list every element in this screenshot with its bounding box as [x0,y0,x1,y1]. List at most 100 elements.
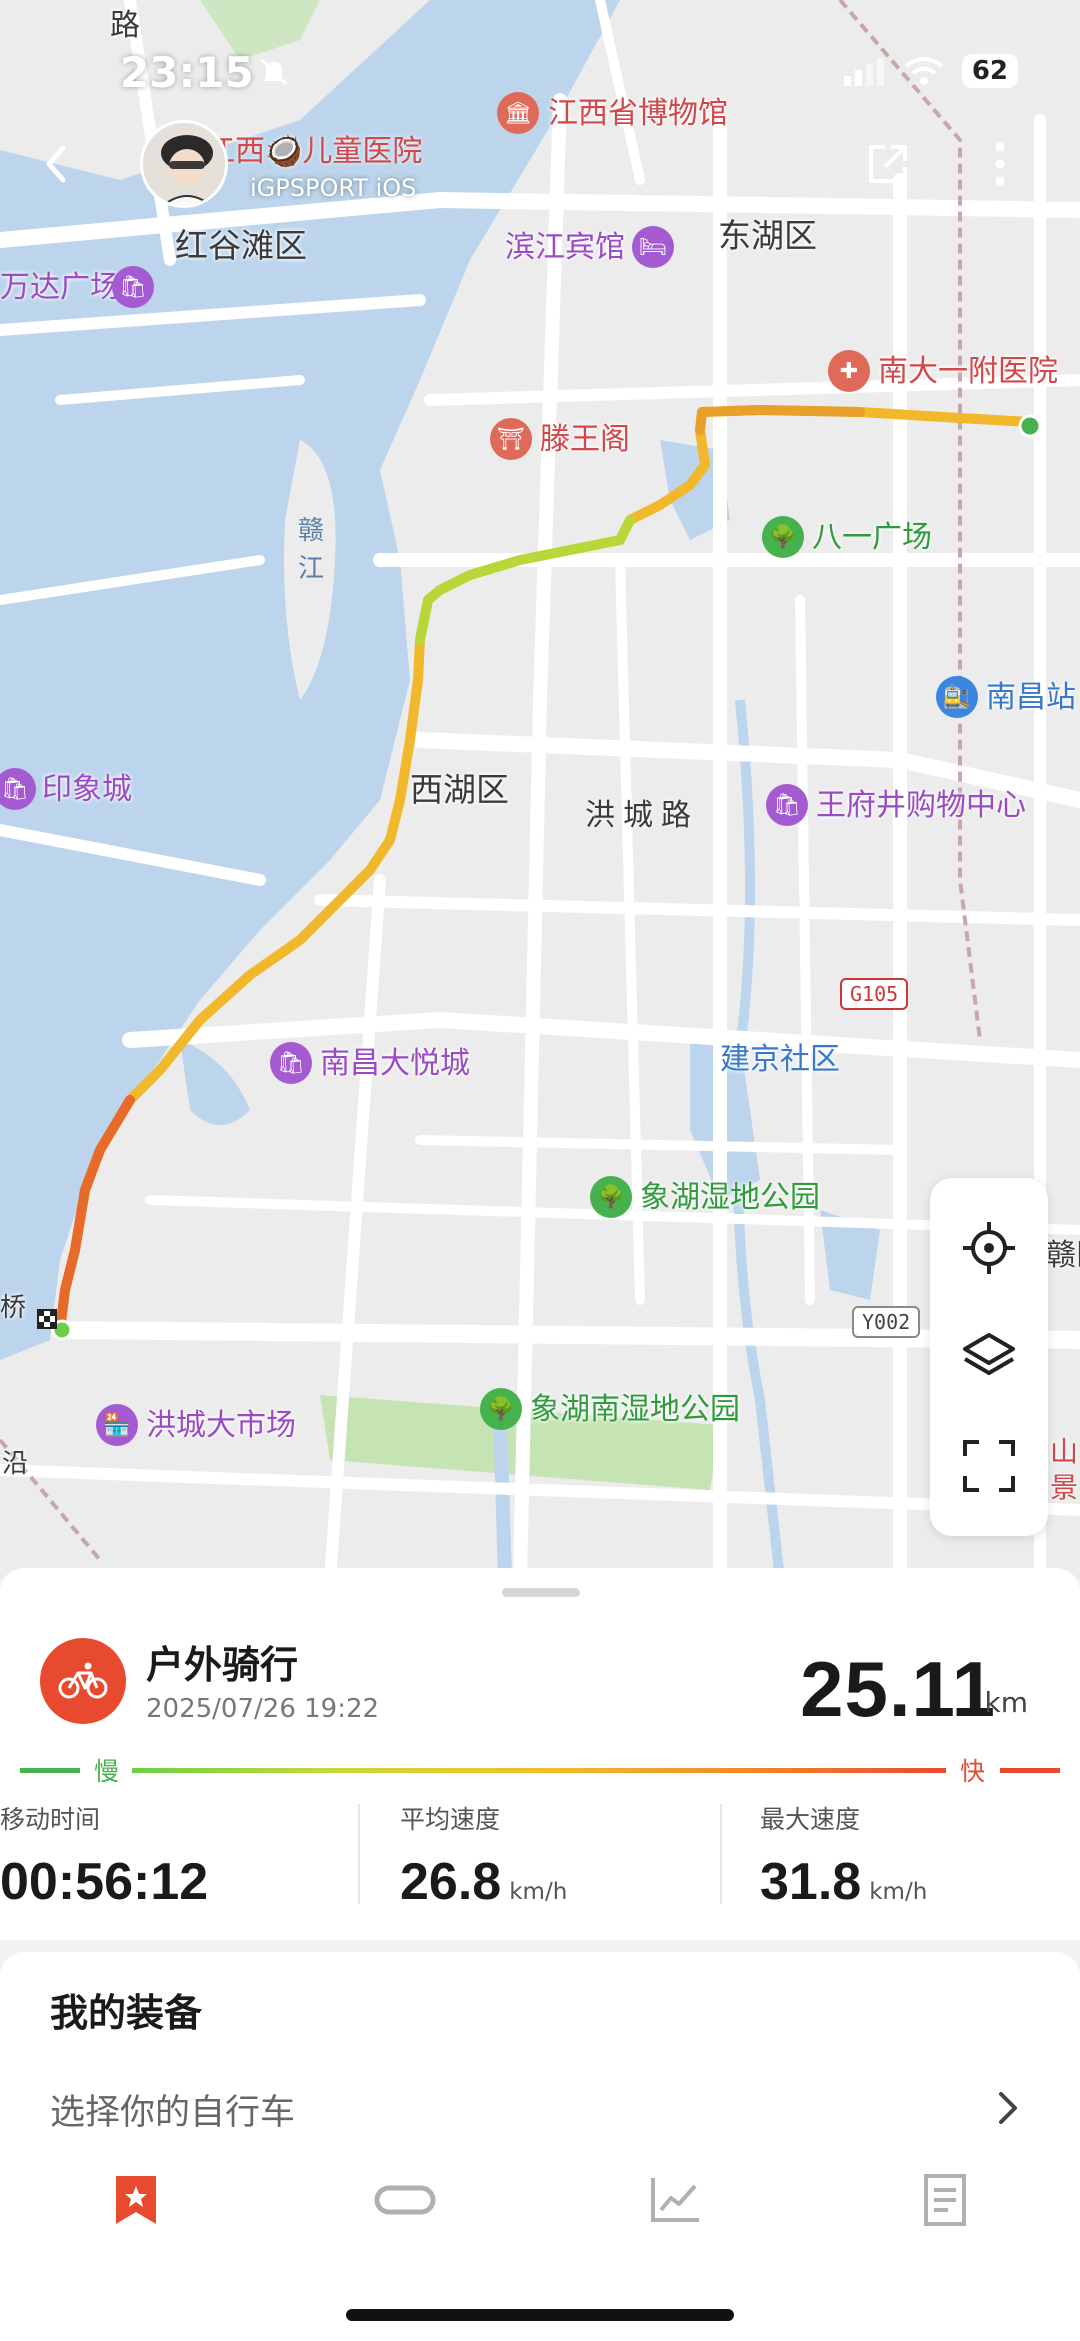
pavilion-icon[interactable]: ⛩ [490,418,532,460]
stat-avg-speed: 平均速度 26.8 km/h [400,1800,567,1912]
edge-label-right-a: 山 [1050,1435,1079,1468]
stat-moving-time: 移动时间 00:56:12 [0,1800,208,1912]
more-button[interactable] [970,134,1030,194]
poi-wanda[interactable]: 万达广场 [0,270,120,306]
stat-max-speed: 最大速度 31.8 km/h [760,1800,927,1912]
distance-value: 25.11 [800,1645,996,1733]
fullscreen-icon [963,1439,1015,1492]
stat-label: 平均速度 [400,1805,501,1834]
route-map[interactable]: 红谷滩区 东湖区 西湖区 🏛 江西省博物馆 滨江宾馆 🛏 万达广场 🛍 ✚ 南大… [0,0,1080,1580]
map-controls [930,1178,1048,1536]
max-speed-unit: km/h [869,1879,928,1905]
hospital-icon[interactable]: ✚ [828,350,870,392]
max-speed-value: 31.8 [760,1853,862,1911]
layers-button[interactable] [954,1322,1024,1392]
select-bike-label: 选择你的自行车 [50,2093,296,2133]
poi-xianghu-south[interactable]: 象湖南湿地公园 [530,1392,740,1428]
district-honggutan: 红谷滩区 [175,226,307,265]
edge-label-right: 赣区 [1046,1238,1080,1273]
battery-indicator: 62 [961,54,1018,88]
equipment-title: 我的装备 [50,1991,203,2035]
stat-value: 31.8 km/h [760,1852,927,1912]
chevron-left-icon [46,145,66,183]
market-icon[interactable]: 🏪 [96,1404,138,1446]
poi-xianghu-wetland[interactable]: 象湖湿地公园 [640,1180,820,1216]
poi-wangfujing[interactable]: 王府井购物中心 [816,788,1026,824]
hotel-icon[interactable]: 🛏 [632,226,674,268]
status-time: 23:15 [120,48,254,97]
poi-hotel[interactable]: 滨江宾馆 [505,230,625,266]
divider [358,1804,360,1904]
road-hongcheng: 洪城路 [585,798,699,833]
select-bike-row[interactable]: 选择你的自行车 [0,2070,1080,2150]
divider [720,1804,722,1904]
tab-laps[interactable] [365,2165,445,2235]
chevron-right-icon [999,2092,1017,2124]
poi-bayi[interactable]: 八一广场 [812,520,932,556]
shopping-icon[interactable]: 🛍 [766,784,808,826]
share-button[interactable] [858,134,918,194]
tab-overview[interactable] [96,2165,176,2235]
edge-label-right-b: 景 [1050,1471,1079,1504]
drag-handle[interactable] [502,1588,580,1597]
fullscreen-button[interactable] [954,1431,1024,1501]
activity-datetime: 2025/07/26 19:22 [146,1694,380,1724]
document-icon [924,2174,966,2226]
poi-jianjing[interactable]: 建京社区 [720,1042,840,1078]
equipment-card: 我的装备 选择你的自行车 [0,1952,1080,2341]
locate-icon [963,1222,1015,1275]
park-icon[interactable]: 🌳 [590,1176,632,1218]
museum-icon[interactable]: 🏛 [497,92,539,134]
poi-tengwang[interactable]: 滕王阁 [540,422,630,458]
home-indicator[interactable] [346,2309,734,2321]
bookmark-icon [116,2176,156,2224]
train-station-icon[interactable]: 🚉 [936,676,978,718]
shopping-icon[interactable]: 🛍 [270,1042,312,1084]
tab-details[interactable] [905,2165,985,2235]
edge-label-left-2: 沿 [2,1449,29,1479]
activity-summary-card: 户外骑行 2025/07/26 19:22 25.11 km 慢 快 移动时间 … [0,1568,1080,1940]
poi-museum[interactable]: 江西省博物馆 [548,96,728,132]
locate-button[interactable] [954,1213,1024,1283]
speed-gradient [132,1768,946,1773]
district-xihu: 西湖区 [410,770,509,809]
stat-label: 最大速度 [760,1805,861,1834]
avatar[interactable] [140,120,228,208]
layers-icon [963,1332,1015,1375]
stat-value: 26.8 km/h [400,1852,567,1912]
road-label-top: 路 [110,8,140,43]
mute-bell-icon [256,54,292,94]
wifi-icon [904,57,944,85]
poi-hongcheng-market[interactable]: 洪城大市场 [146,1408,296,1444]
chart-icon [651,2178,699,2222]
user-subtitle: iGPSPORT iOS [250,174,417,202]
signal-icon [843,58,884,86]
status-indicators: 62 [843,54,1018,88]
shopping-icon[interactable]: 🛍 [112,266,154,308]
stat-label: 移动时间 [0,1805,101,1834]
tab-charts[interactable] [635,2165,715,2235]
park-icon[interactable]: 🌳 [480,1388,522,1430]
district-donghu: 东湖区 [718,216,817,255]
back-button[interactable] [26,134,86,194]
speed-legend: 慢 快 [20,1752,1060,1788]
speed-fast-label: 快 [960,1757,986,1786]
edge-label-left: 桥 [0,1293,27,1323]
slow-line [20,1768,80,1773]
moving-time-value: 00:56:12 [0,1853,209,1911]
cycling-icon [40,1638,126,1724]
distance-unit: km [984,1686,1029,1719]
speed-slow-label: 慢 [94,1757,120,1786]
user-name: 江西🥥儿童医院 [205,134,423,169]
poi-joycity[interactable]: 南昌大悦城 [320,1046,470,1082]
finish-flag-icon [37,1309,57,1329]
road-badge-g105: G105 [840,978,909,1010]
poi-yinxiang[interactable]: 印象城 [42,772,132,808]
park-icon[interactable]: 🌳 [762,516,804,558]
route-start-dot [1018,414,1042,438]
avg-speed-value: 26.8 [400,1853,502,1911]
river-ganjiang: 赣江 [298,516,325,584]
poi-hospital[interactable]: 南大一附医院 [878,354,1058,390]
poi-nanchang-station[interactable]: 南昌站 [986,680,1076,716]
avg-speed-unit: km/h [509,1879,568,1905]
